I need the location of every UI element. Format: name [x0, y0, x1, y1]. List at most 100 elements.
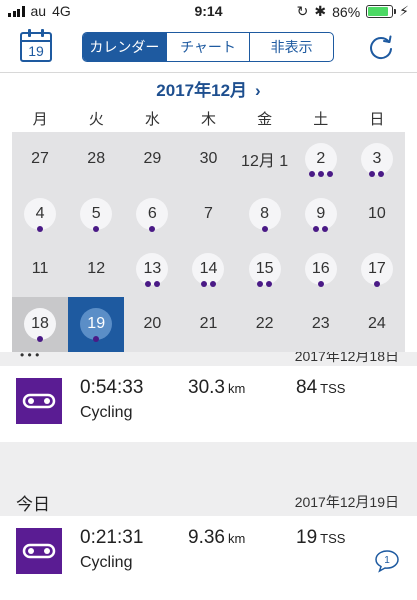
tab-hidden[interactable]: 非表示 [249, 33, 333, 61]
section-spacer [0, 442, 417, 482]
month-title: 2017年12月 [156, 81, 248, 100]
calendar-day[interactable]: 13 [124, 242, 180, 297]
activity-dot [153, 281, 160, 287]
calendar-day[interactable]: 24 [349, 297, 405, 352]
activity-dot [369, 171, 376, 177]
distance-unit: km [227, 381, 246, 396]
status-bar: au 4G 9:14 ↻ ✱ 86% ⚡ [0, 0, 417, 22]
calendar-day[interactable]: 18 [12, 297, 69, 352]
distance-value: 30.3 [188, 377, 225, 398]
activity-dot [37, 226, 44, 232]
calendar-day[interactable]: 29 [124, 132, 180, 187]
chevron-right-icon[interactable]: › [255, 81, 261, 100]
calendar-day[interactable]: 4 [12, 187, 68, 242]
activity-dots [12, 336, 68, 342]
calendar-day[interactable]: 2 [293, 132, 349, 187]
weekday-label: 月 [32, 111, 48, 128]
activity-dot [149, 226, 156, 232]
calendar-grid: 27 28 29 30 12月 1 2 3 4 5 6 7 8 9 10 11 12 13 14 15 16 17 18 1… [12, 132, 405, 352]
calendar-day-number: 24 [368, 315, 386, 332]
activity-dot [322, 226, 329, 232]
calendar-day[interactable]: 12月 1 [237, 132, 293, 187]
activity-dots [293, 281, 349, 287]
month-header[interactable]: 2017年12月 › [0, 76, 417, 102]
activity-dots [293, 171, 349, 177]
activity-dot [200, 281, 207, 287]
activity-dots [349, 281, 405, 287]
weekday-label: 水 [144, 111, 160, 128]
activity-tss: 19 TSS [296, 527, 345, 549]
orientation-lock-icon: ↻ [296, 3, 309, 19]
calendar-day[interactable]: 9 [293, 187, 349, 242]
comment-count: 1 [384, 555, 390, 566]
activity-tss: 84 TSS [296, 377, 345, 399]
calendar-day[interactable]: 17 [349, 242, 405, 297]
activity-dots [12, 226, 68, 232]
activity-dot [326, 171, 333, 177]
calendar-day-number: 21 [199, 315, 218, 332]
calendar-day[interactable]: 16 [293, 242, 349, 297]
activity-dots [180, 281, 236, 287]
activity-dot [37, 336, 44, 342]
calendar-day[interactable]: 28 [68, 132, 124, 187]
view-segmented-control: カレンダー チャート 非表示 [82, 32, 334, 62]
calendar-day[interactable]: 12 [68, 242, 124, 297]
weekday-header: 月火水木金土日 [12, 108, 405, 130]
activity-row[interactable]: 0:21:31 Cycling 9.36 km 19 TSS 1 [0, 516, 417, 586]
calendar-day-number: 12月 1 [241, 153, 289, 170]
calendar-day[interactable]: 10 [349, 187, 405, 242]
tss-value: 19 [296, 527, 318, 548]
calendar-today-day: 19 [28, 43, 44, 59]
calendar-day[interactable]: 5 [68, 187, 124, 242]
calendar-day[interactable]: 11 [12, 242, 68, 297]
activity-dot [257, 281, 264, 287]
calendar-day-number: 27 [31, 150, 49, 167]
calendar-day-number: 10 [368, 205, 386, 222]
toolbar-divider [0, 72, 417, 73]
tab-calendar[interactable]: カレンダー [83, 33, 166, 61]
calendar-day[interactable]: 27 [12, 132, 68, 187]
calendar-day[interactable]: 22 [237, 297, 293, 352]
activity-dot [93, 336, 100, 342]
tab-chart[interactable]: チャート [165, 33, 250, 61]
activity-row[interactable]: 0:54:33 Cycling 30.3 km 84 TSS [0, 366, 417, 436]
activity-dots [293, 226, 349, 232]
activity-dots [124, 281, 180, 287]
calendar-day-number: 28 [87, 150, 106, 167]
activity-dot [93, 226, 100, 232]
refresh-icon[interactable] [367, 33, 395, 61]
calendar-day-number: 23 [311, 315, 330, 332]
calendar-day[interactable]: 21 [180, 297, 236, 352]
calendar-day[interactable]: 8 [237, 187, 293, 242]
calendar-day[interactable]: 3 [349, 132, 405, 187]
section-label: 今日 [16, 495, 50, 514]
section-header-today: 今日 2017年12月19日 [0, 482, 417, 516]
calendar-day-number: 12 [87, 260, 106, 277]
comment-bubble-icon[interactable]: 1 [374, 549, 400, 573]
activity-dots [349, 171, 405, 177]
activity-dot [317, 171, 324, 177]
battery-icon [366, 5, 397, 18]
calendar-day-number: 11 [31, 260, 49, 277]
weekday-label: 土 [313, 111, 329, 128]
distance-value: 9.36 [188, 527, 225, 548]
weekday-label: 日 [369, 111, 385, 128]
calendar-day[interactable]: 15 [237, 242, 293, 297]
calendar-day[interactable]: 6 [124, 187, 180, 242]
bluetooth-icon: ✱ [314, 3, 327, 19]
calendar-day[interactable]: 14 [180, 242, 236, 297]
calendar-day[interactable]: 20 [124, 297, 180, 352]
calendar-day[interactable]: 7 [180, 187, 236, 242]
calendar-day[interactable]: 23 [293, 297, 349, 352]
activity-distance: 9.36 km [188, 527, 245, 549]
calendar-today-icon[interactable]: 19 [20, 29, 52, 62]
calendar-day[interactable]: 19 [68, 297, 125, 352]
tss-value: 84 [296, 377, 318, 398]
activity-duration: 0:21:31 [80, 527, 144, 548]
weekday-label: 木 [200, 111, 216, 128]
calendar-day[interactable]: 30 [180, 132, 236, 187]
battery-percent: 86% [332, 3, 361, 20]
weekday-label: 金 [257, 111, 273, 128]
activity-dot [378, 171, 385, 177]
activity-duration: 0:54:33 [80, 377, 144, 398]
